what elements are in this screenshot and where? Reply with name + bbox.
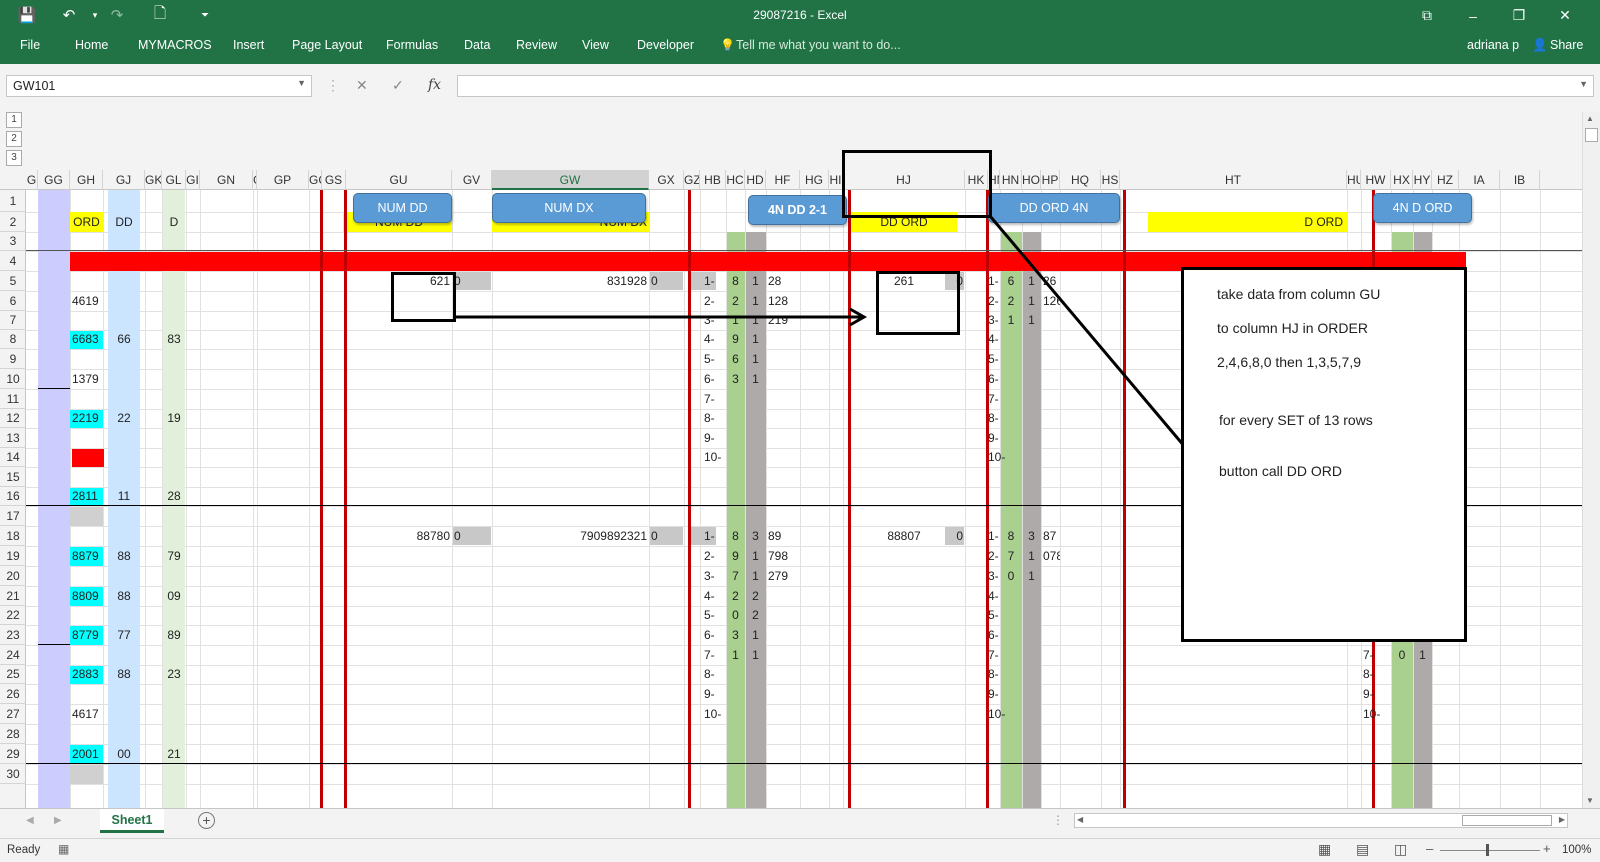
status-ready: Ready — [7, 844, 41, 856]
zoom-level[interactable]: 100% — [1562, 844, 1591, 856]
excel-window: 💾 ↶ ▾ ↷ 🗋 ⏷ 29087216 - Excel ⧉ – ❐ ✕ Fil… — [0, 0, 1600, 862]
scroll-right-icon[interactable]: ▶ — [1559, 815, 1565, 824]
vertical-scrollbar[interactable]: ▲ ▼ — [1582, 112, 1600, 808]
page-break-view-icon[interactable]: ◫ — [1394, 841, 1407, 858]
status-bar: Ready ▦ ▦ ▤ ◫ – + 100% — [0, 838, 1600, 862]
tab-split-icon[interactable]: ⋮ — [1052, 813, 1064, 827]
zoom-out-icon[interactable]: – — [1426, 841, 1433, 856]
scroll-left-icon[interactable]: ◀ — [1077, 815, 1083, 824]
callout-line-2: to column HJ in ORDER — [1217, 320, 1368, 336]
callout-line-5: button call DD ORD — [1219, 463, 1342, 479]
macro-record-icon[interactable]: ▦ — [58, 842, 69, 856]
instruction-callout: take data from column GU to column HJ in… — [1181, 267, 1467, 642]
horizontal-scroll-thumb[interactable] — [1462, 815, 1552, 826]
zoom-slider[interactable] — [1440, 850, 1540, 851]
prev-sheet-icon[interactable]: ◀ — [26, 815, 34, 826]
scroll-up-icon[interactable]: ▲ — [1586, 114, 1594, 123]
scroll-thumb[interactable] — [1585, 128, 1598, 142]
scroll-down-icon[interactable]: ▼ — [1586, 796, 1594, 805]
sheet-tab-bar: ◀ ▶ Sheet1 + ⋮ ◀ ▶ — [0, 808, 1600, 838]
callout-pointer-line — [988, 215, 1187, 448]
page-layout-view-icon[interactable]: ▤ — [1356, 841, 1369, 858]
sheet-tab-sheet1[interactable]: Sheet1 — [100, 809, 164, 833]
callout-line-1: take data from column GU — [1217, 286, 1381, 302]
normal-view-icon[interactable]: ▦ — [1318, 841, 1331, 858]
next-sheet-icon[interactable]: ▶ — [54, 815, 62, 826]
add-sheet-icon[interactable]: + — [198, 812, 215, 829]
zoom-in-icon[interactable]: + — [1543, 841, 1551, 856]
callout-line-4: for every SET of 13 rows — [1219, 412, 1373, 428]
horizontal-scrollbar[interactable]: ◀ ▶ — [1074, 813, 1568, 828]
callout-line-3: 2,4,6,8,0 then 1,3,5,7,9 — [1217, 354, 1362, 370]
zoom-slider-thumb[interactable] — [1486, 844, 1489, 856]
